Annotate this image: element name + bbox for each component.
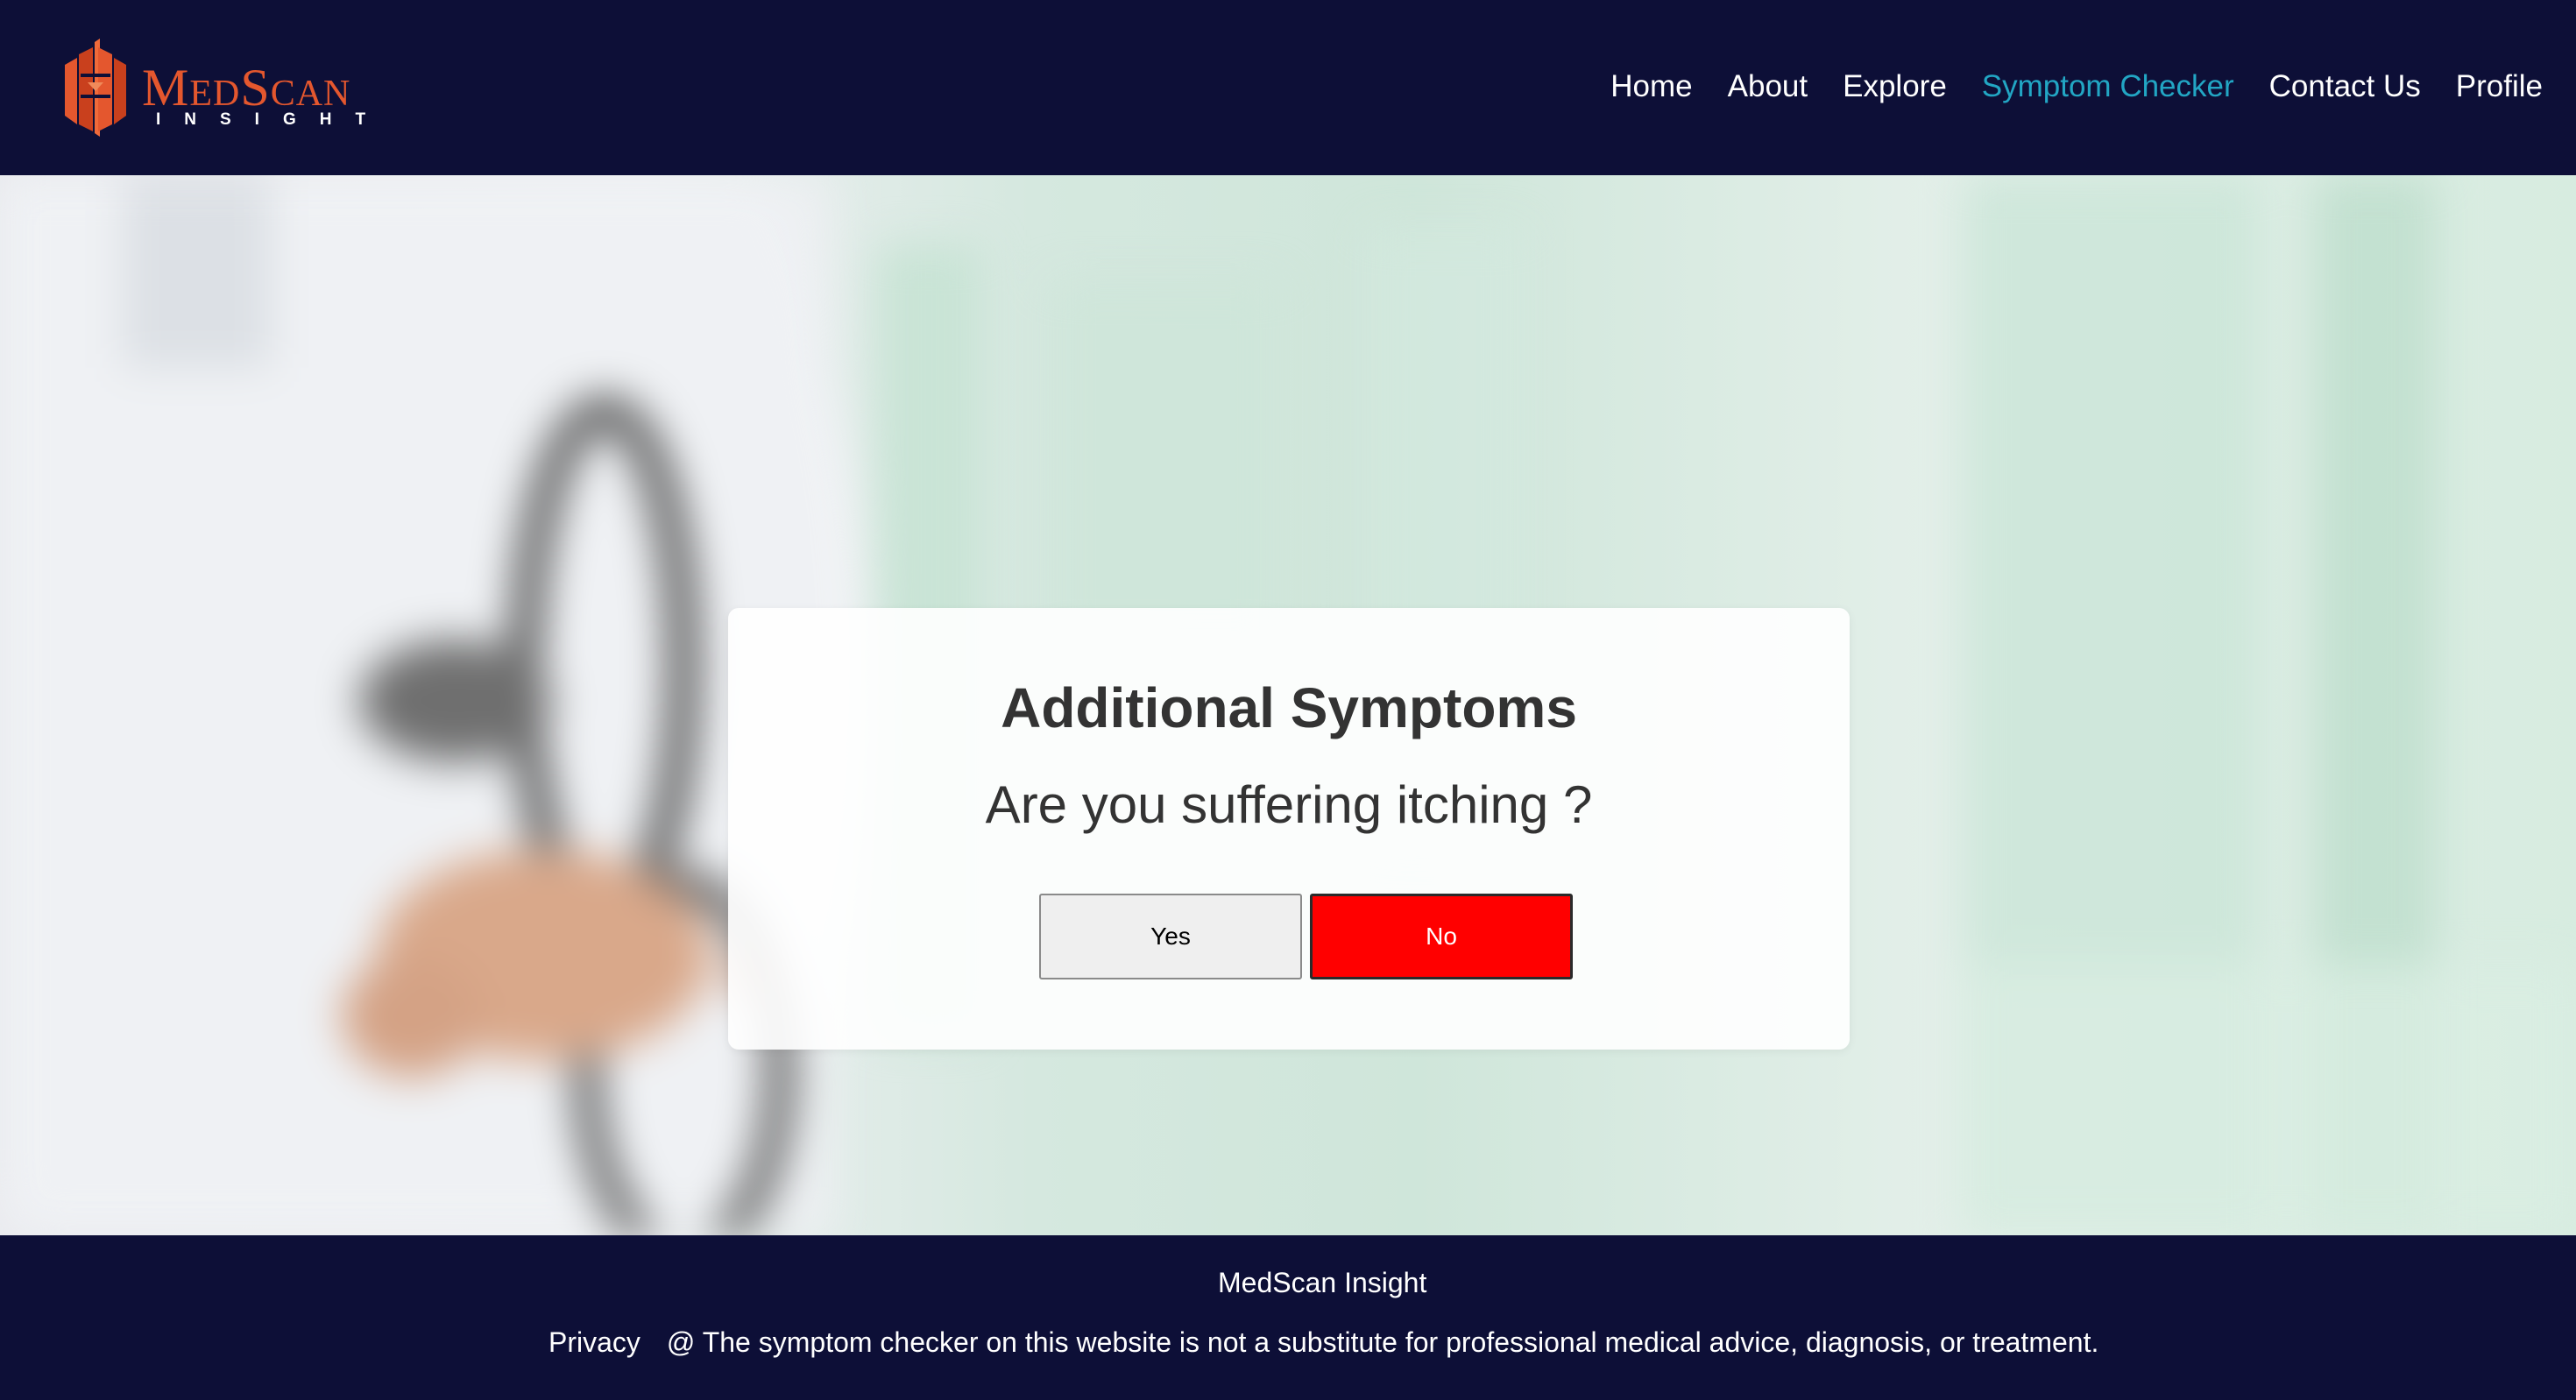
nav-contact-us[interactable]: Contact Us bbox=[2269, 65, 2421, 109]
footer-brand: MedScan Insight bbox=[1218, 1267, 1427, 1298]
symptom-question-card: Additional Symptoms Are you suffering it… bbox=[728, 608, 1850, 1050]
logo-subtitle: INSIGHT bbox=[156, 110, 390, 129]
nav-home[interactable]: Home bbox=[1610, 65, 1692, 109]
site-header: MedScan INSIGHT Home About Explore Sympt… bbox=[0, 0, 2576, 175]
logo-text: MedScan INSIGHT bbox=[142, 39, 405, 137]
no-button[interactable]: No bbox=[1310, 894, 1573, 979]
footer-disclaimer-line: Privacy @ The symptom checker on this web… bbox=[548, 1326, 2098, 1359]
symptom-question: Are you suffering itching ? bbox=[985, 775, 1593, 834]
logo-mark-icon bbox=[65, 39, 126, 137]
page: MedScan INSIGHT Home About Explore Sympt… bbox=[0, 0, 2576, 1400]
card-title: Additional Symptoms bbox=[1001, 676, 1577, 739]
nav-symptom-checker[interactable]: Symptom Checker bbox=[1982, 65, 2234, 109]
nav-explore[interactable]: Explore bbox=[1843, 65, 1947, 109]
yes-button[interactable]: Yes bbox=[1039, 894, 1302, 979]
hero-section: Additional Symptoms Are you suffering it… bbox=[0, 175, 2576, 1235]
nav-about[interactable]: About bbox=[1728, 65, 1808, 109]
nav-profile[interactable]: Profile bbox=[2456, 65, 2543, 109]
site-footer: MedScan Insight Privacy @ The symptom che… bbox=[0, 1235, 2576, 1400]
main-nav: Home About Explore Symptom Checker Conta… bbox=[1610, 65, 2543, 109]
privacy-link[interactable]: Privacy bbox=[548, 1326, 640, 1358]
site-logo[interactable]: MedScan INSIGHT bbox=[60, 39, 405, 137]
disclaimer-text: @ The symptom checker on this website is… bbox=[666, 1326, 2099, 1358]
logo-title: MedScan bbox=[142, 59, 351, 117]
